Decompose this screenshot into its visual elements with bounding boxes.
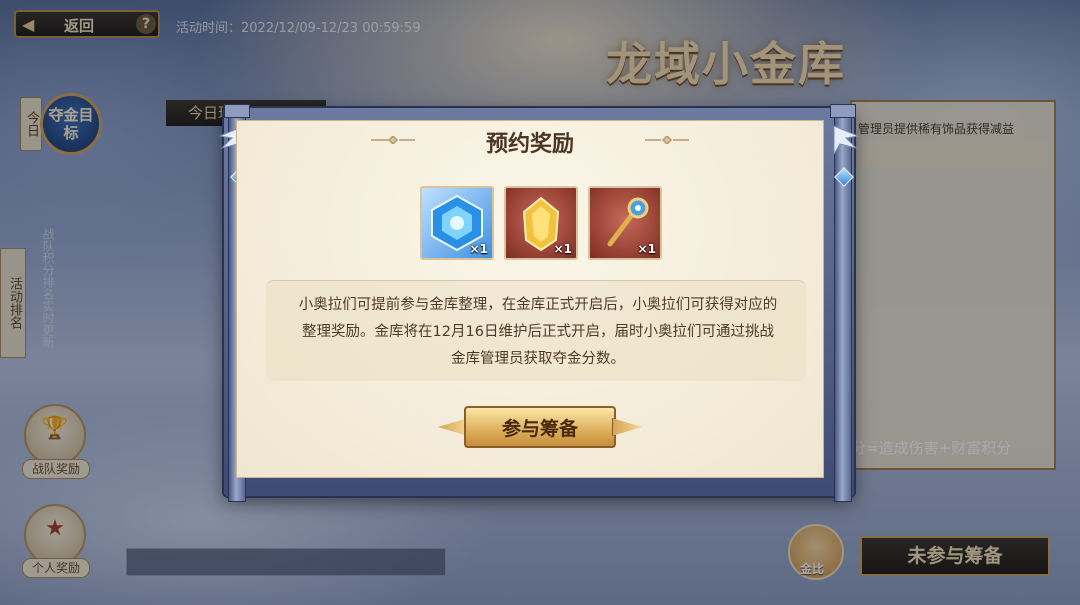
reward-qty: ×1 — [469, 242, 488, 256]
reward-qty: ×1 — [637, 242, 656, 256]
reward-description: 小奥拉们可提前参与金库整理，在金库正式开启后，小奥拉们可获得对应的 整理奖励。金… — [270, 292, 806, 373]
reward-list: ×1 ×1 ×1 — [420, 186, 662, 260]
left-pillar-cap — [224, 104, 250, 118]
join-button-label: 参与筹备 — [501, 418, 578, 440]
reward-qty: ×1 — [553, 242, 572, 256]
button-wing-right-icon — [612, 418, 642, 436]
description-line: 小奥拉们可提前参与金库整理，在金库正式开启后，小奥拉们可获得对应的 — [298, 297, 778, 313]
title-ornament-right-icon — [645, 136, 689, 144]
reward-item[interactable]: ×1 — [504, 186, 578, 260]
right-pillar-cap — [830, 104, 856, 118]
modal-title-bar: 预约奖励 — [265, 122, 795, 157]
join-preparation-button[interactable]: 参与筹备 — [438, 406, 642, 448]
description-line: 整理奖励。金库将在12月16日维护后正式开启，届时小奥拉们可通过挑战 — [302, 324, 774, 340]
right-pillar — [834, 104, 852, 502]
description-line: 金库管理员获取夺金分数。 — [451, 351, 625, 367]
modal-title: 预约奖励 — [485, 131, 574, 157]
reward-item[interactable]: ×1 — [420, 186, 494, 260]
right-wing-icon — [833, 125, 860, 156]
reward-item[interactable]: ×1 — [588, 186, 662, 260]
